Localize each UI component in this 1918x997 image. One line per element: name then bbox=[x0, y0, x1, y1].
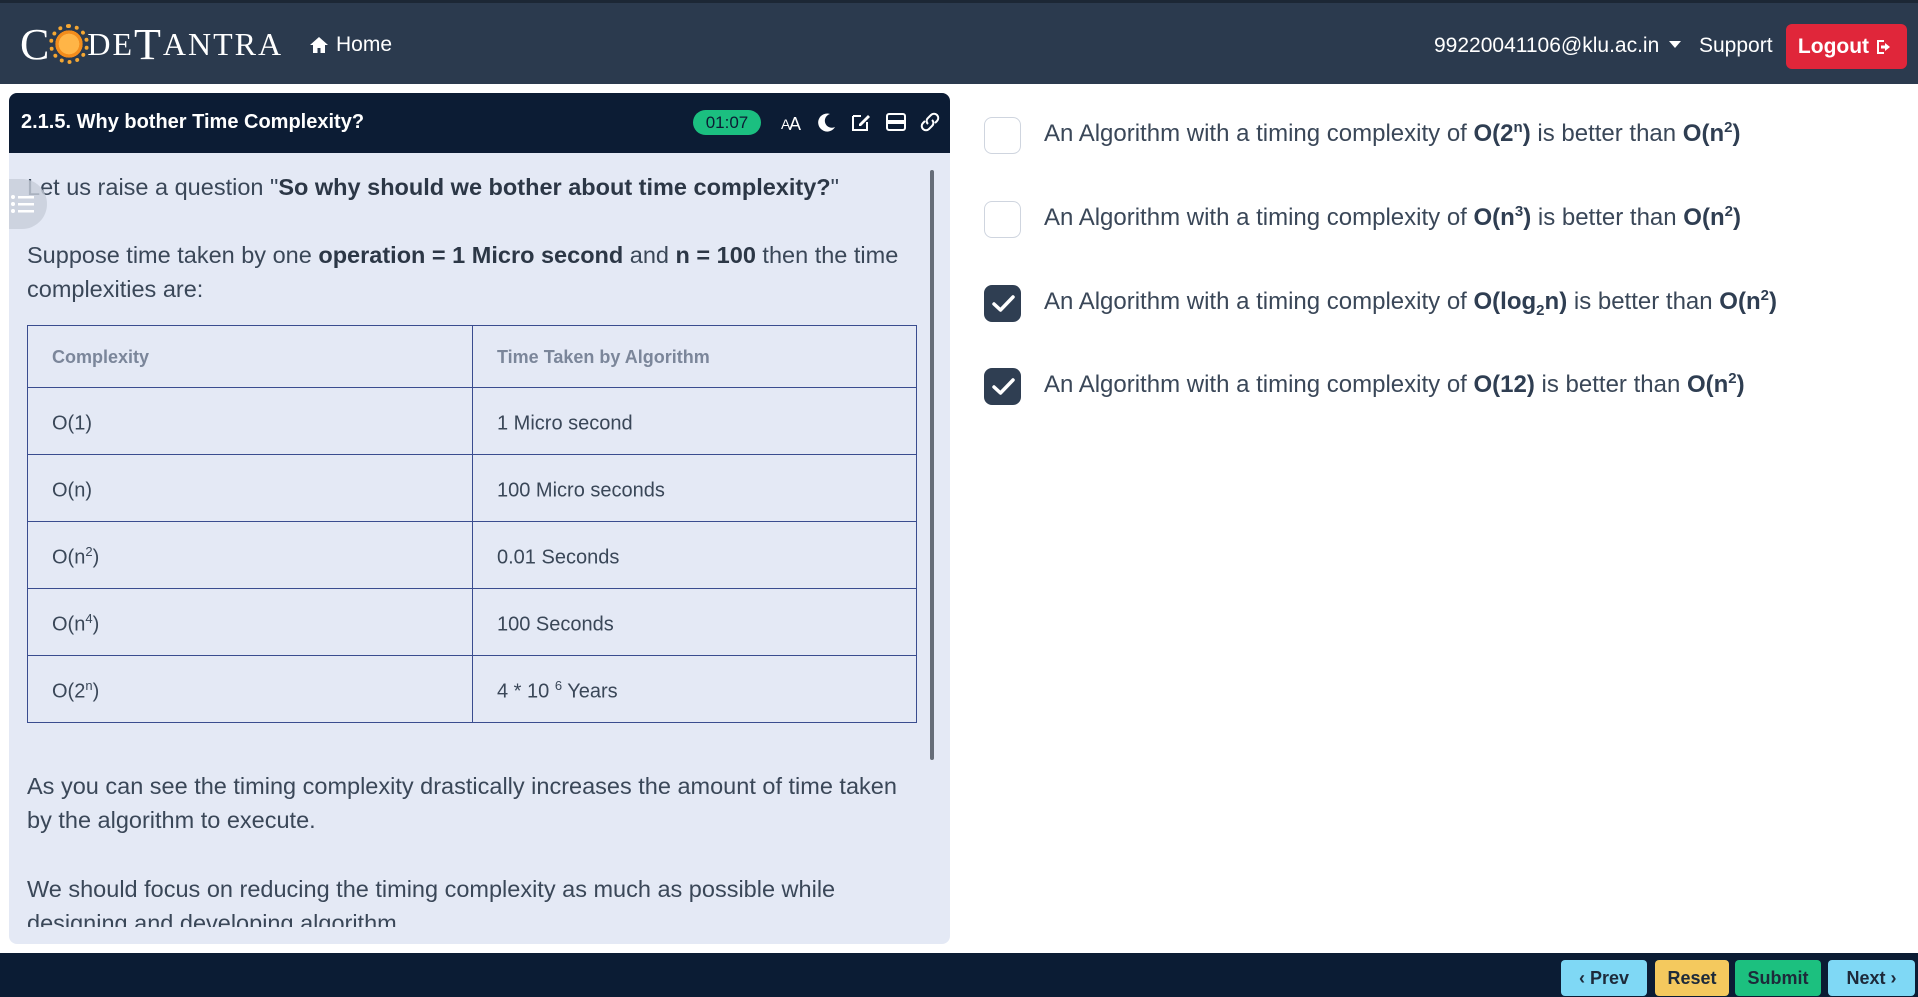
lesson-header: 2.1.5. Why bother Time Complexity? 01:07… bbox=[9, 93, 950, 153]
content-scrollbar[interactable] bbox=[930, 170, 934, 760]
intro-paragraph: Let us raise a question "So why should w… bbox=[27, 174, 839, 200]
complexity-cell: O(n4) bbox=[27, 588, 473, 656]
check-icon bbox=[992, 295, 1015, 312]
sign-out-icon bbox=[1877, 39, 1891, 54]
layout-icon[interactable] bbox=[884, 110, 908, 134]
advice-paragraph: We should focus on reducing the timing c… bbox=[27, 876, 836, 927]
codetantra-logo[interactable]: C DE T ANTRA bbox=[20, 19, 283, 69]
option-label: An Algorithm with a timing complexity of… bbox=[1044, 119, 1741, 147]
answer-option-1[interactable]: An Algorithm with a timing complexity of… bbox=[984, 115, 1904, 155]
table-header-row: Complexity Time Taken by Algorithm bbox=[27, 325, 917, 388]
observation-paragraph: As you can see the timing complexity dra… bbox=[27, 773, 897, 833]
home-link[interactable]: Home bbox=[309, 33, 392, 57]
column-header: Complexity bbox=[27, 325, 473, 388]
complexity-table: Complexity Time Taken by Algorithm O(1) … bbox=[27, 325, 917, 723]
prev-label: Prev bbox=[1589, 967, 1630, 988]
complexity-cell: O(n2) bbox=[27, 521, 473, 589]
dark-mode-icon[interactable] bbox=[815, 110, 839, 134]
font-size-icon[interactable]: AA bbox=[780, 110, 804, 134]
option-checkbox-checked[interactable] bbox=[984, 368, 1021, 405]
lesson-panel: 2.1.5. Why bother Time Complexity? 01:07… bbox=[9, 93, 950, 944]
table-row: O(n4) 100 Seconds bbox=[27, 588, 917, 656]
option-checkbox[interactable] bbox=[984, 117, 1021, 154]
home-icon bbox=[310, 37, 328, 53]
time-cell: 4 * 10 6 Years bbox=[472, 655, 917, 723]
check-icon bbox=[992, 378, 1015, 395]
bottom-action-bar: ‹ Prev Reset Submit Next › bbox=[0, 953, 1918, 997]
option-label: An Algorithm with a timing complexity of… bbox=[1044, 287, 1777, 319]
logout-label: Logout bbox=[1797, 34, 1870, 58]
logo-letter: T bbox=[134, 19, 163, 69]
answer-option-3[interactable]: An Algorithm with a timing complexity of… bbox=[984, 283, 1904, 323]
next-button[interactable]: Next › bbox=[1828, 960, 1915, 996]
table-row: O(1) 1 Micro second bbox=[27, 387, 917, 455]
caret-down-icon bbox=[1669, 40, 1682, 48]
support-link[interactable]: Support bbox=[1699, 34, 1773, 58]
reset-button[interactable]: Reset bbox=[1655, 960, 1729, 996]
logo-letter: C bbox=[20, 19, 52, 69]
assumption-paragraph: Suppose time taken by one operation = 1 … bbox=[27, 242, 899, 302]
column-header: Time Taken by Algorithm bbox=[472, 325, 917, 388]
time-cell: 0.01 Seconds bbox=[472, 521, 917, 589]
user-email: 99220041106@klu.ac.in bbox=[1434, 34, 1660, 57]
list-icon bbox=[11, 195, 34, 213]
logout-button[interactable]: Logout bbox=[1786, 24, 1907, 69]
logo-text: DE bbox=[87, 25, 135, 62]
edit-icon[interactable] bbox=[849, 110, 873, 134]
submit-button[interactable]: Submit bbox=[1735, 960, 1821, 996]
top-navbar: C DE T ANTRA Home 99220041106@klu.ac.in Sup… bbox=[0, 0, 1918, 84]
option-label: An Algorithm with a timing complexity of… bbox=[1044, 203, 1741, 231]
logo-text: ANTRA bbox=[162, 25, 284, 62]
timer-badge: 01:07 bbox=[693, 110, 761, 135]
home-label: Home bbox=[336, 33, 393, 56]
prev-button[interactable]: ‹ Prev bbox=[1561, 960, 1647, 996]
time-cell: 1 Micro second bbox=[472, 387, 917, 455]
complexity-cell: O(n) bbox=[27, 454, 473, 522]
option-label: An Algorithm with a timing complexity of… bbox=[1044, 370, 1745, 398]
svg-text:A: A bbox=[789, 114, 801, 134]
option-checkbox[interactable] bbox=[984, 201, 1021, 238]
user-dropdown[interactable]: 99220041106@klu.ac.in bbox=[1434, 34, 1682, 58]
lesson-content: Let us raise a question "So why should w… bbox=[27, 153, 927, 927]
chevron-left-icon: ‹ bbox=[1578, 967, 1585, 988]
lesson-title: 2.1.5. Why bother Time Complexity? bbox=[21, 111, 365, 133]
complexity-cell: O(2n) bbox=[27, 655, 473, 723]
chevron-right-icon: › bbox=[1890, 967, 1897, 988]
table-row: O(2n) 4 * 10 6 Years bbox=[27, 655, 917, 723]
time-cell: 100 Micro seconds bbox=[472, 454, 917, 522]
next-label: Next bbox=[1846, 967, 1886, 988]
option-checkbox-checked[interactable] bbox=[984, 285, 1021, 322]
complexity-cell: O(1) bbox=[27, 387, 473, 455]
answer-option-4[interactable]: An Algorithm with a timing complexity of… bbox=[984, 366, 1904, 406]
link-icon[interactable] bbox=[918, 110, 942, 134]
time-cell: 100 Seconds bbox=[472, 588, 917, 656]
sun-icon bbox=[49, 24, 90, 64]
answer-option-2[interactable]: An Algorithm with a timing complexity of… bbox=[984, 199, 1904, 239]
table-row: O(n) 100 Micro seconds bbox=[27, 454, 917, 522]
table-row: O(n2) 0.01 Seconds bbox=[27, 521, 917, 589]
